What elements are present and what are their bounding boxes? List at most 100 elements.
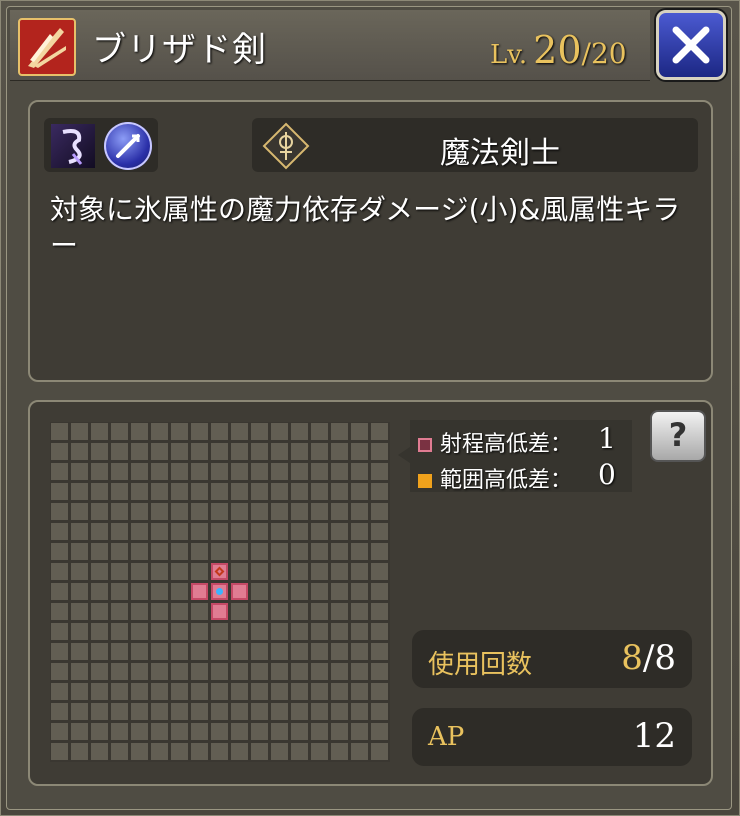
grid-cell <box>111 643 128 660</box>
grid-cell <box>251 463 268 480</box>
grid-cell <box>351 483 368 500</box>
grid-cell <box>171 443 188 460</box>
level-max: 20 <box>590 37 627 70</box>
grid-cell <box>91 503 108 520</box>
grid-cell <box>131 423 148 440</box>
grid-cell <box>231 503 248 520</box>
grid-cell-range <box>211 603 228 620</box>
grid-cell <box>311 743 328 760</box>
grid-cell <box>251 623 268 640</box>
grid-cell <box>371 603 388 620</box>
grid-cell <box>331 483 348 500</box>
grid-cell <box>211 443 228 460</box>
grid-cell <box>311 543 328 560</box>
grid-cell <box>311 603 328 620</box>
grid-cell <box>311 623 328 640</box>
grid-cell <box>171 623 188 640</box>
grid-cell <box>71 743 88 760</box>
grid-cell <box>111 523 128 540</box>
grid-cell <box>171 543 188 560</box>
grid-cell <box>71 683 88 700</box>
grid-cell <box>251 583 268 600</box>
grid-cell <box>111 443 128 460</box>
area-square-icon <box>418 474 432 488</box>
grid-cell <box>251 743 268 760</box>
grid-cell <box>151 523 168 540</box>
sword-slash-icon <box>18 18 76 76</box>
grid-cell <box>91 463 108 480</box>
level-label: Lv. <box>490 40 528 70</box>
grid-cell <box>291 583 308 600</box>
grid-cell <box>331 603 348 620</box>
grid-cell <box>331 723 348 740</box>
grid-cell <box>211 663 228 680</box>
grid-cell <box>191 423 208 440</box>
grid-cell <box>191 543 208 560</box>
range-height-row: 射程高低差： 1 <box>418 422 616 458</box>
grid-cell <box>131 443 148 460</box>
grid-cell <box>251 443 268 460</box>
grid-cell <box>231 443 248 460</box>
grid-cell <box>171 563 188 580</box>
grid-cell <box>91 683 108 700</box>
grid-cell <box>151 543 168 560</box>
grid-cell <box>131 663 148 680</box>
close-icon <box>672 26 710 64</box>
grid-cell <box>251 723 268 740</box>
grid-cell <box>371 743 388 760</box>
grid-cell <box>211 683 228 700</box>
grid-cell <box>211 483 228 500</box>
grid-cell <box>191 683 208 700</box>
grid-cell <box>371 463 388 480</box>
grid-cell <box>171 583 188 600</box>
grid-cell <box>51 523 68 540</box>
grid-cell <box>371 623 388 640</box>
close-button[interactable] <box>656 10 726 80</box>
range-height-value: 1 <box>598 422 616 455</box>
grid-cell <box>251 703 268 720</box>
grid-cell <box>211 723 228 740</box>
grid-cell <box>191 463 208 480</box>
grid-cell <box>231 603 248 620</box>
grid-cell <box>71 623 88 640</box>
grid-cell <box>171 503 188 520</box>
grid-cell <box>351 503 368 520</box>
help-button[interactable]: ? <box>650 410 706 462</box>
grid-cell <box>291 723 308 740</box>
grid-cell <box>251 543 268 560</box>
grid-cell <box>331 703 348 720</box>
grid-cell <box>51 423 68 440</box>
grid-cell <box>191 623 208 640</box>
grid-cell <box>371 583 388 600</box>
grid-cell <box>331 523 348 540</box>
grid-cell <box>351 443 368 460</box>
grid-cell <box>111 623 128 640</box>
grid-cell <box>111 503 128 520</box>
grid-cell <box>171 643 188 660</box>
uses-value: 8/8 <box>621 638 676 678</box>
grid-cell <box>111 603 128 620</box>
grid-cell <box>291 703 308 720</box>
grid-cell <box>271 523 288 540</box>
grid-cell <box>91 523 108 540</box>
grid-cell <box>171 463 188 480</box>
grid-cell <box>211 623 228 640</box>
grid-cell <box>151 703 168 720</box>
grid-cell <box>271 643 288 660</box>
grid-cell <box>331 443 348 460</box>
skill-title: ブリザド剣 <box>92 30 267 70</box>
grid-cell <box>351 623 368 640</box>
range-grid <box>50 422 390 762</box>
grid-cell <box>311 483 328 500</box>
grid-cell <box>111 663 128 680</box>
grid-cell <box>71 583 88 600</box>
grid-cell <box>151 483 168 500</box>
grid-cell <box>291 443 308 460</box>
area-height-value: 0 <box>598 458 616 491</box>
grid-cell <box>171 603 188 620</box>
range-square-icon <box>418 438 432 452</box>
grid-cell <box>151 443 168 460</box>
grid-cell <box>351 643 368 660</box>
grid-cell <box>351 563 368 580</box>
grid-cell <box>291 663 308 680</box>
